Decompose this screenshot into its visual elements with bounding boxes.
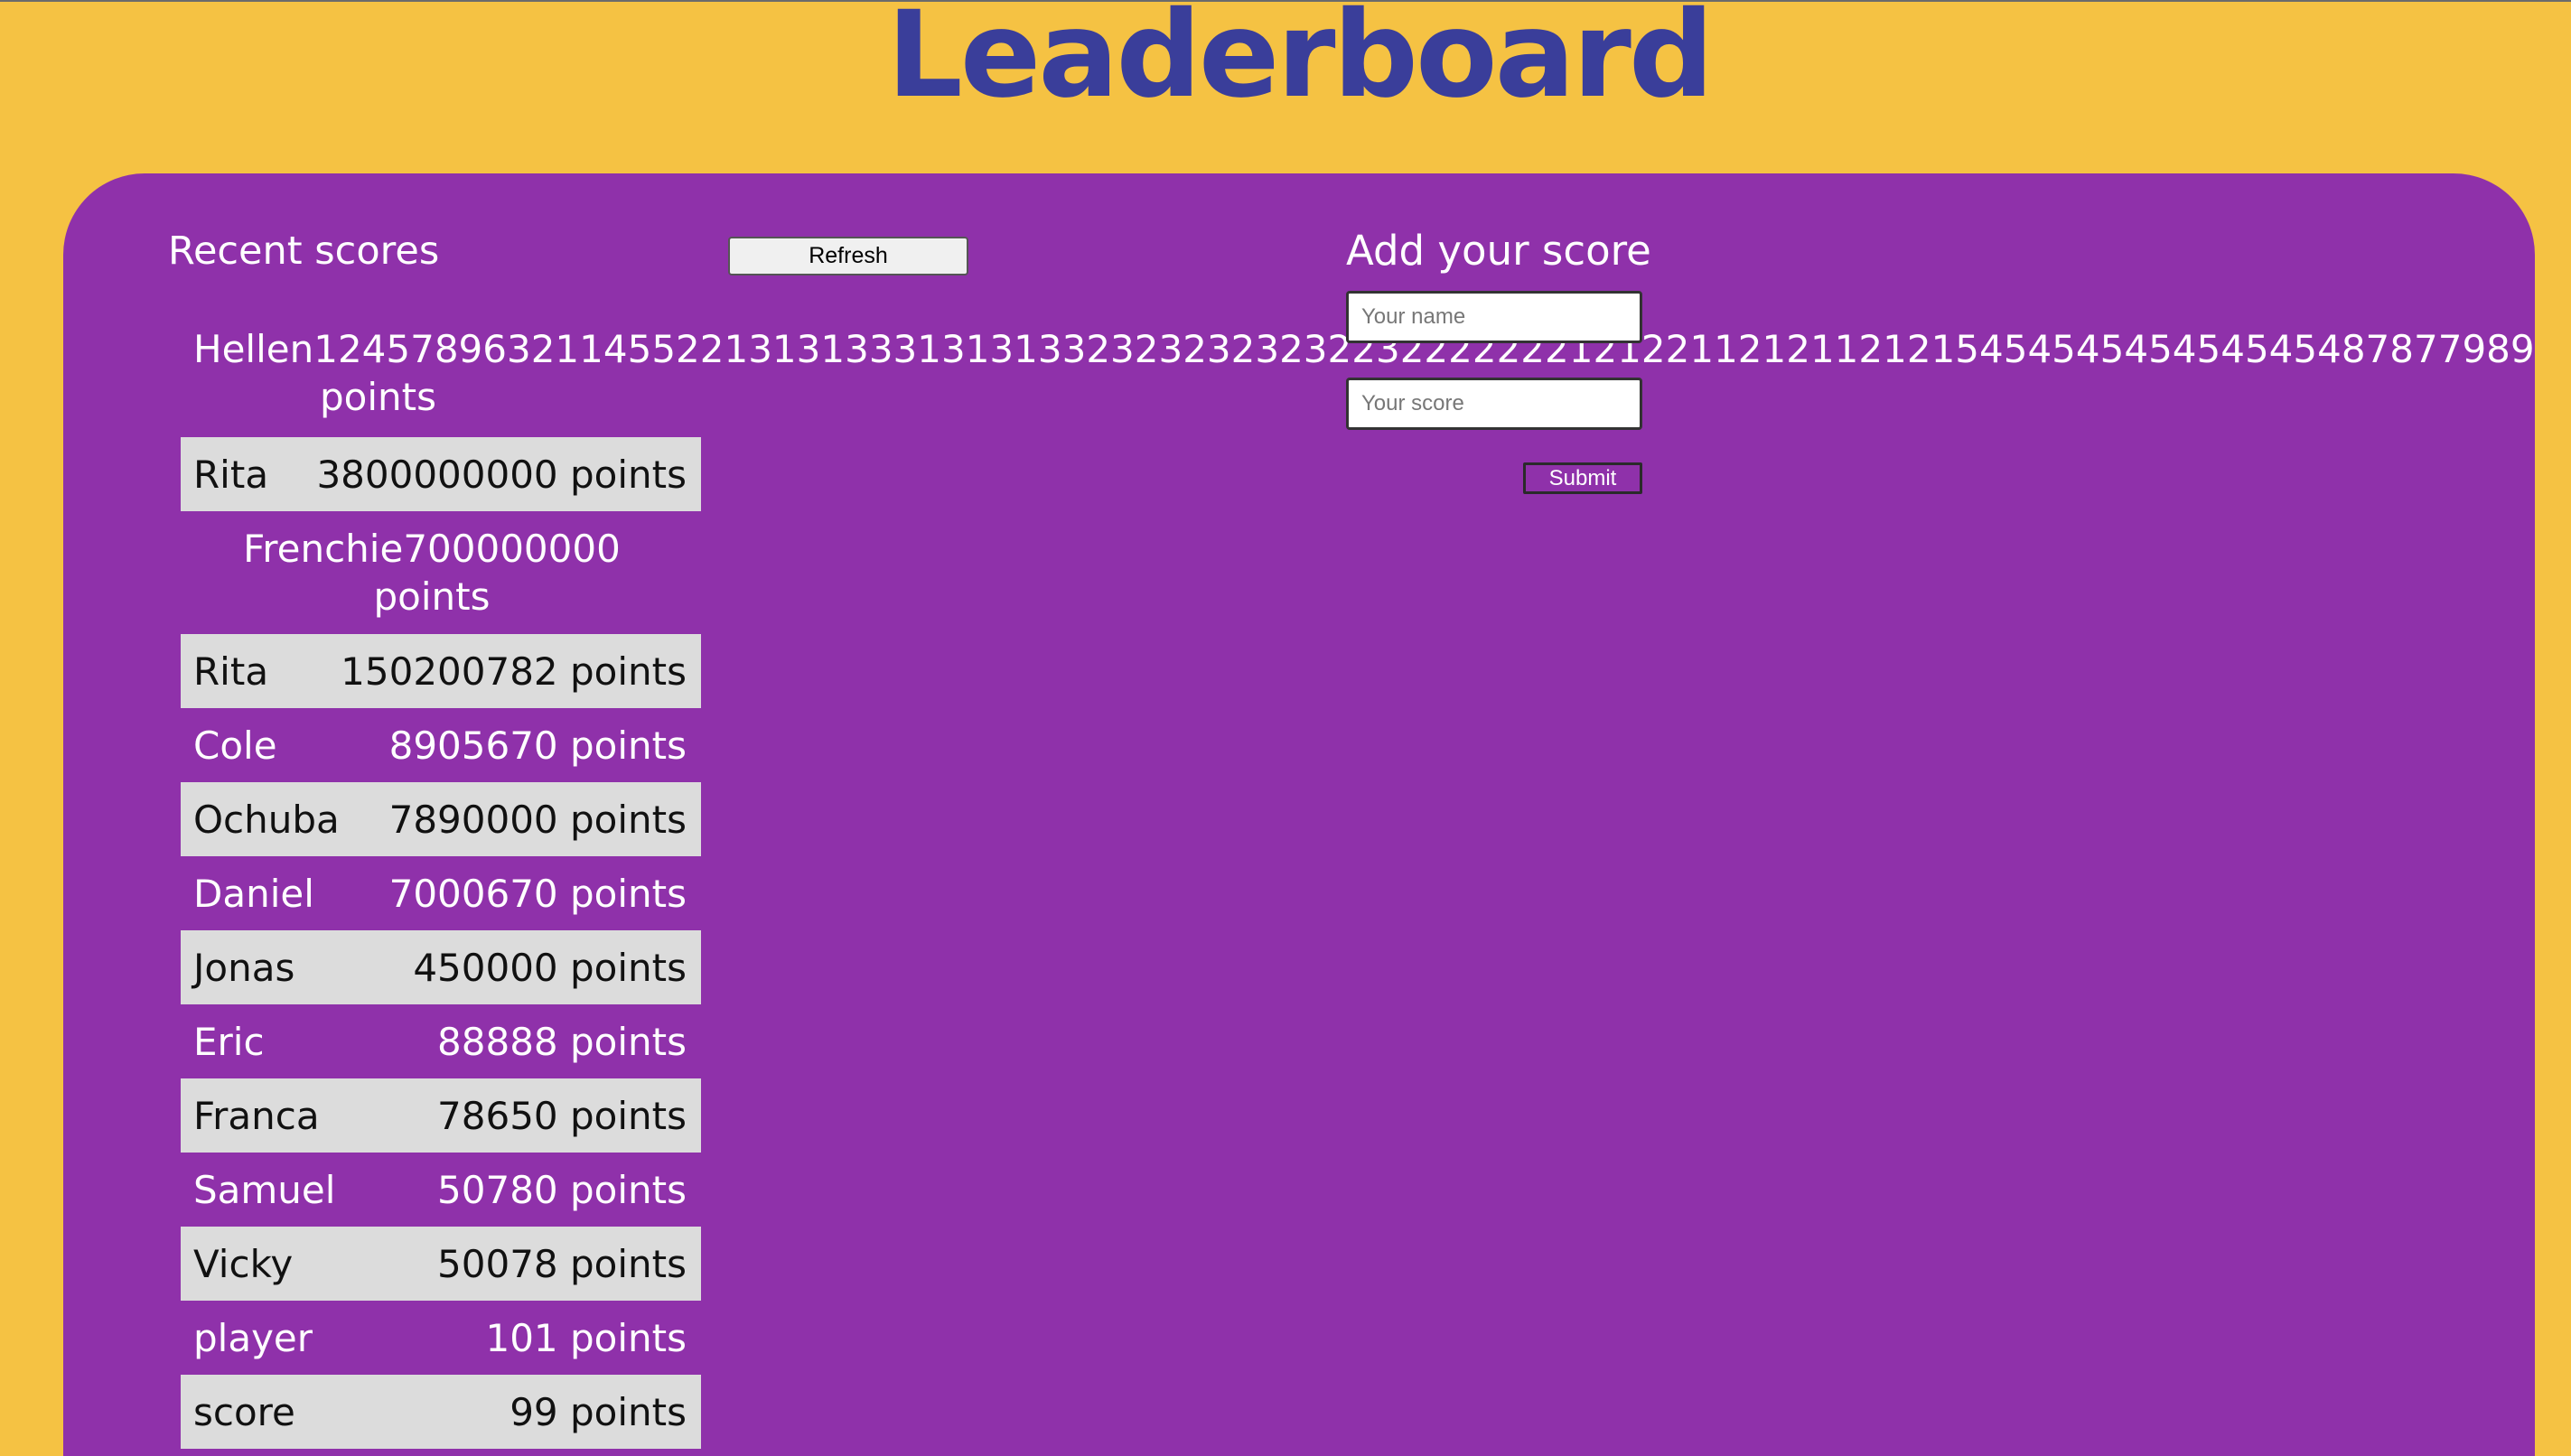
- submit-button[interactable]: Submit: [1523, 462, 1642, 494]
- score-points: 88888 points: [437, 1019, 687, 1064]
- score-name: Jonas: [193, 945, 295, 990]
- score-row: Franca 78650 points: [181, 1078, 701, 1153]
- score-row: Ochuba 7890000 points: [181, 782, 701, 856]
- score-row: player 101 points: [181, 1301, 701, 1375]
- score-row: Hellen1245789632114552213131333131313323…: [181, 314, 2535, 437]
- score-name: player: [193, 1315, 313, 1360]
- score-row: Jonas 450000 points: [181, 930, 701, 1004]
- score-points: 8905670 points: [388, 723, 687, 768]
- score-points: 3800000000 points: [316, 452, 687, 497]
- score-points: 101 points: [485, 1315, 687, 1360]
- score-points: 7000670 points: [388, 871, 687, 916]
- score-row: Rita 150200782 points: [181, 634, 701, 708]
- score-name: Cole: [193, 723, 277, 768]
- score-name: Rita: [193, 452, 269, 497]
- score-name: Frenchie: [243, 527, 404, 571]
- score-points: points: [320, 375, 436, 419]
- score-row: Samuel 50780 points: [181, 1153, 701, 1227]
- score-row: Frenchie700000000 points: [181, 511, 701, 634]
- score-row: Cole 8905670 points: [181, 708, 701, 782]
- score-row: Eric 88888 points: [181, 1004, 701, 1078]
- name-input[interactable]: [1346, 291, 1642, 343]
- leaderboard-panel: Recent scores Refresh Hellen124578963211…: [63, 173, 2535, 1456]
- score-points: 50780 points: [437, 1167, 687, 1212]
- score-name: Rita: [193, 649, 269, 694]
- refresh-button[interactable]: Refresh: [728, 237, 968, 275]
- score-name: Ochuba: [193, 797, 340, 842]
- score-name: Hellen: [193, 327, 314, 371]
- score-points: 150200782 points: [341, 649, 687, 694]
- score-points: 99 points: [510, 1389, 687, 1434]
- add-score-heading: Add your score: [1346, 227, 1651, 275]
- score-row: score 99 points: [181, 1375, 701, 1449]
- recent-scores-heading: Recent scores: [168, 229, 440, 274]
- score-points: 450000 points: [413, 945, 687, 990]
- scores-list: Hellen1245789632114552213131333131313323…: [181, 314, 2535, 1449]
- score-name: Eric: [193, 1019, 265, 1064]
- score-points: 50078 points: [437, 1241, 687, 1286]
- score-value: 700000000: [403, 527, 621, 571]
- score-name: score: [193, 1389, 295, 1434]
- score-points: 78650 points: [437, 1093, 687, 1138]
- score-row: Daniel 7000670 points: [181, 856, 701, 930]
- score-row: Rita 3800000000 points: [181, 437, 701, 511]
- page-title: Leaderboard: [886, 0, 1715, 125]
- score-input[interactable]: [1346, 378, 1642, 430]
- score-name: Franca: [193, 1093, 320, 1138]
- score-points: 7890000 points: [388, 797, 687, 842]
- score-name: Samuel: [193, 1167, 336, 1212]
- score-name: Vicky: [193, 1241, 294, 1286]
- score-points: points: [373, 574, 491, 619]
- score-row: Vicky 50078 points: [181, 1227, 701, 1301]
- score-name: Daniel: [193, 871, 314, 916]
